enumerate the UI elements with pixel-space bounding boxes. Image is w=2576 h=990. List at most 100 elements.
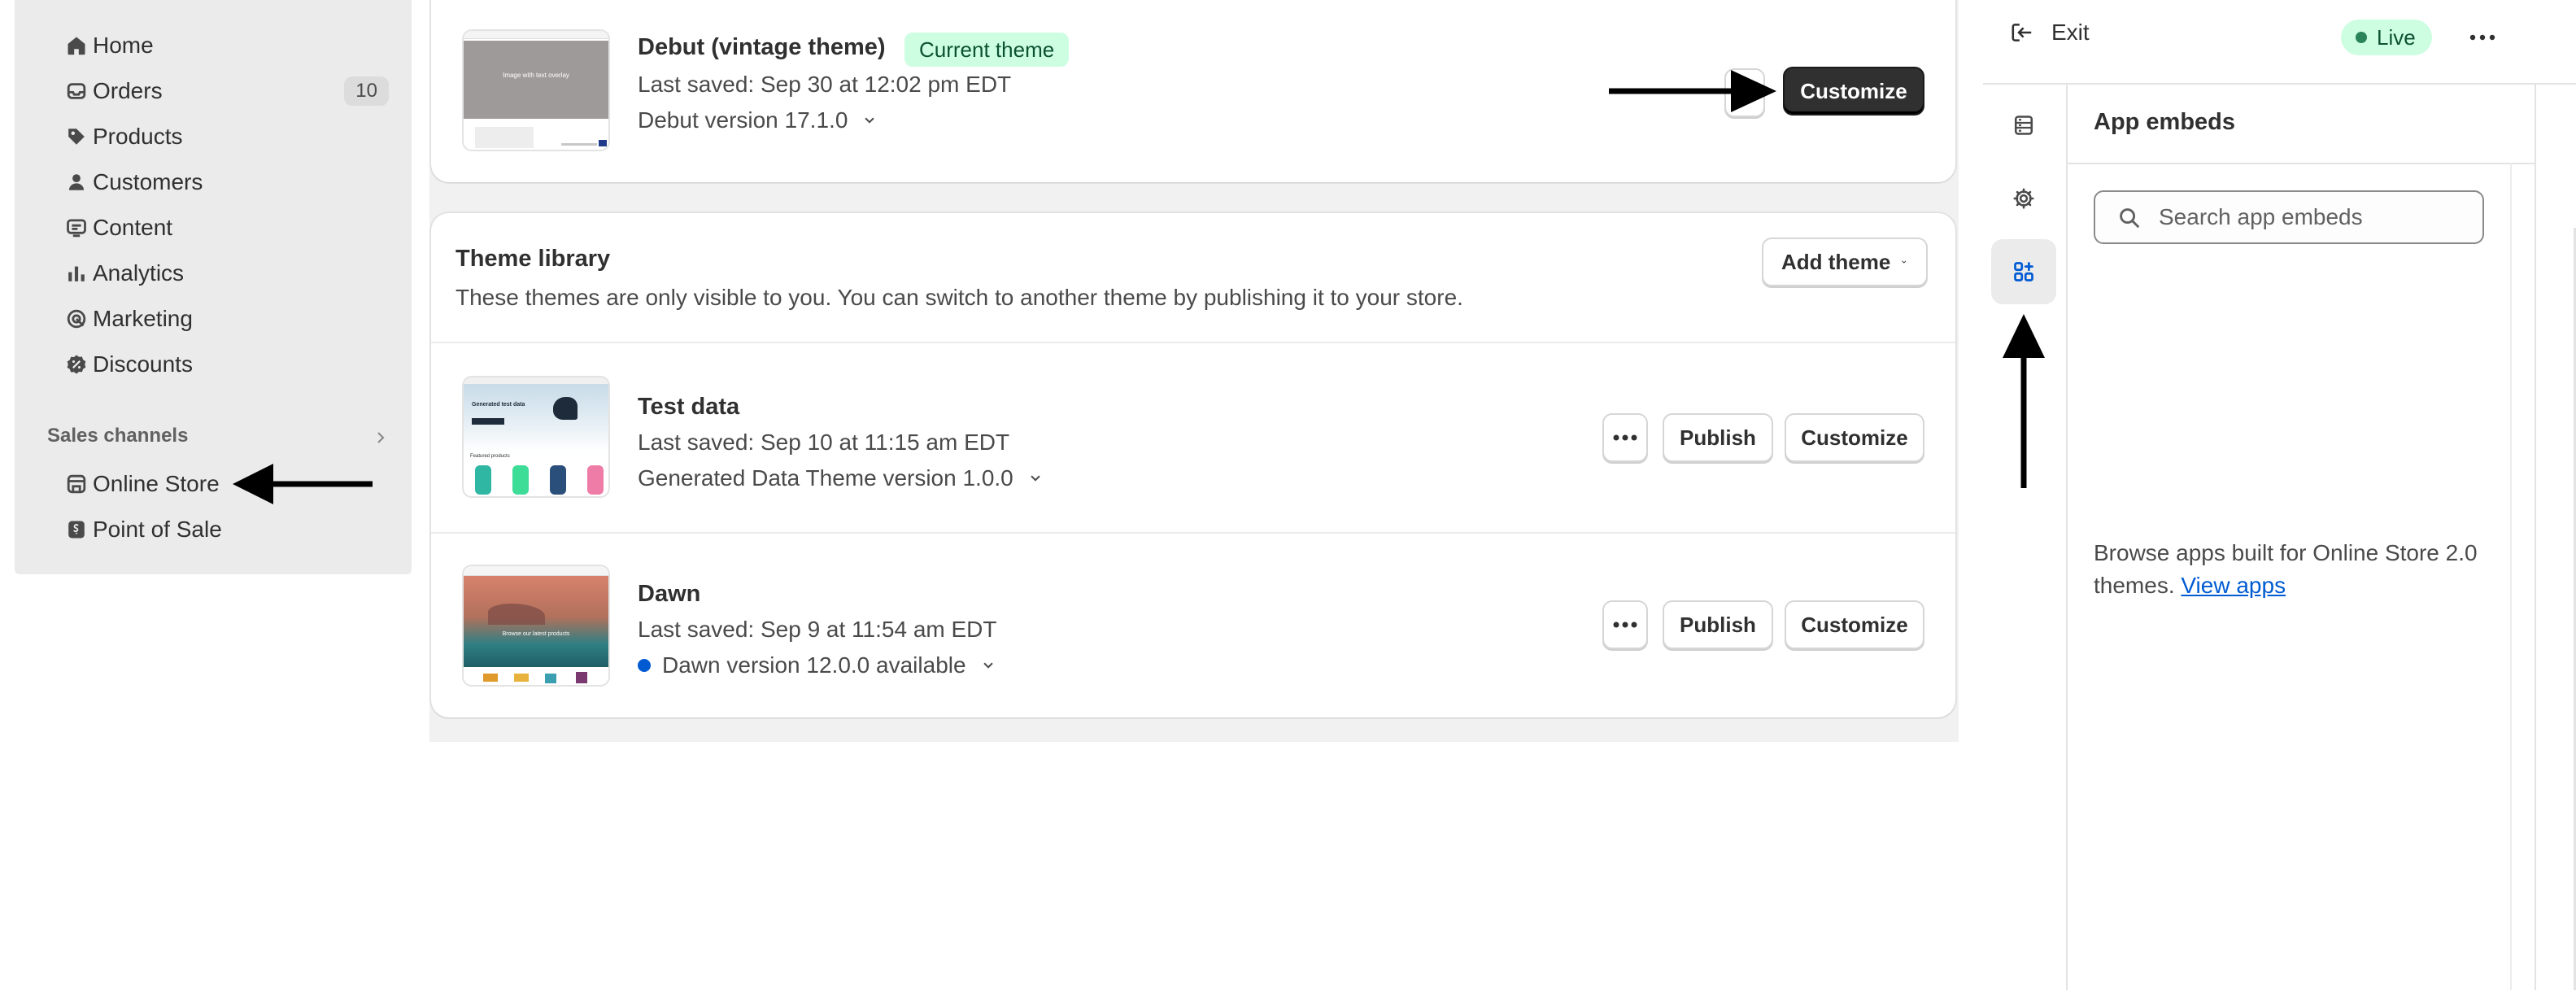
theme-last-saved: Last saved: Sep 9 at 11:54 am EDT (638, 617, 997, 642)
sections-rail-button[interactable] (1991, 93, 2056, 158)
debut-theme-thumbnail[interactable]: Image with text overlay (462, 29, 610, 151)
orders-count-badge: 10 (344, 76, 389, 106)
view-apps-link[interactable]: View apps (2181, 573, 2286, 598)
divider (431, 342, 1955, 343)
chevron-down-icon (1902, 260, 1907, 264)
theme-library-description: These themes are only visible to you. Yo… (455, 285, 1463, 310)
customize-button[interactable]: Customize (1785, 413, 1924, 462)
theme-version[interactable]: Generated Data Theme version 1.0.0 (638, 465, 1044, 491)
search-icon (2116, 205, 2142, 231)
live-status-dot (2356, 32, 2367, 43)
content-icon (63, 215, 89, 241)
publish-button[interactable]: Publish (1663, 413, 1773, 462)
sidebar-item-discounts[interactable]: Discounts (36, 342, 400, 387)
target-icon (63, 306, 89, 332)
search-app-embeds-field[interactable] (2094, 190, 2484, 244)
discount-icon (63, 351, 89, 377)
editor-topbar-divider (1983, 83, 2576, 85)
panel-header-divider (2068, 163, 2535, 164)
theme-library-title: Theme library (455, 246, 611, 272)
panel-title: App embeds (2094, 109, 2236, 135)
theme-actions-button[interactable] (1602, 413, 1648, 462)
theme-settings-rail-button[interactable] (1991, 166, 2056, 231)
orders-icon (63, 78, 89, 104)
arrow-pointing-left-annotation (233, 464, 373, 504)
current-theme-badge: Current theme (904, 33, 1070, 67)
version-label: Generated Data Theme version 1.0.0 (638, 465, 1013, 491)
test-data-theme-thumbnail[interactable]: Generated test data Featured products (462, 376, 610, 498)
theme-library-card: Theme library These themes are only visi… (431, 213, 1955, 717)
nav-list: Home Orders 10 Products Customers Conten… (36, 23, 400, 387)
exit-button[interactable]: Exit (2009, 20, 2090, 46)
sidebar-item-products[interactable]: Products (36, 114, 400, 159)
exit-label: Exit (2051, 20, 2090, 45)
store-icon (63, 471, 89, 497)
add-theme-label: Add theme (1781, 249, 1891, 274)
publish-button[interactable]: Publish (1663, 600, 1773, 649)
chevron-down-icon (983, 662, 993, 669)
sidebar-item-label: Products (93, 124, 183, 149)
sidebar-item-customers[interactable]: Customers (36, 159, 400, 205)
app-embeds-rail-button[interactable] (1991, 239, 2056, 304)
browse-apps-message: Browse apps built for Online Store 2.0 t… (2094, 537, 2500, 602)
sidebar-item-home[interactable]: Home (36, 23, 400, 68)
more-horizontal-icon (1613, 434, 1637, 441)
live-status-badge: Live (2341, 20, 2432, 55)
current-theme-name: Debut (vintage theme) (638, 34, 886, 60)
customize-button[interactable]: Customize (1785, 600, 1924, 649)
arrow-pointing-right-annotation (1609, 70, 1776, 112)
sidebar-item-marketing[interactable]: Marketing (36, 296, 400, 342)
current-theme-version[interactable]: Debut version 17.1.0 (638, 107, 878, 133)
analytics-icon (63, 260, 89, 286)
theme-name: Test data (638, 394, 740, 420)
app-embeds-icon (2014, 262, 2033, 281)
person-icon (63, 169, 89, 195)
theme-last-saved: Last saved: Sep 10 at 11:15 am EDT (638, 430, 1010, 455)
arrow-pointing-up-annotation (2003, 314, 2045, 488)
gear-icon (2013, 188, 2034, 209)
thumbnail-caption: Generated test data (472, 402, 525, 408)
sidebar-item-label: Discounts (93, 351, 193, 377)
sidebar-item-label: Marketing (93, 306, 193, 331)
sidebar-item-label: Customers (93, 169, 203, 194)
sidebar-item-content[interactable]: Content (36, 205, 400, 251)
chevron-down-icon (1031, 475, 1040, 482)
sidebar-item-analytics[interactable]: Analytics (36, 251, 400, 296)
thumbnail-caption: Browse our latest products (502, 631, 570, 637)
divider (431, 532, 1955, 534)
sidebar-item-label: Online Store (93, 471, 220, 496)
panel-inner-divider (2510, 163, 2512, 990)
theme-name: Dawn (638, 581, 701, 607)
sidebar-item-label: Content (93, 215, 173, 240)
thumbnail-subcaption: Featured products (470, 454, 510, 459)
theme-version[interactable]: Dawn version 12.0.0 available (638, 652, 997, 678)
theme-actions-button[interactable] (1602, 600, 1648, 649)
thumbnail-caption: Image with text overlay (503, 72, 569, 79)
sidebar-item-orders[interactable]: Orders 10 (36, 68, 400, 114)
current-theme-last-saved: Last saved: Sep 30 at 12:02 pm EDT (638, 72, 1012, 97)
sidebar-item-label: Home (93, 33, 154, 58)
current-theme-customize-button[interactable]: Customize (1783, 67, 1924, 116)
pos-icon (63, 517, 89, 543)
update-available-dot (638, 659, 651, 672)
more-horizontal-icon (1613, 621, 1637, 628)
add-theme-button[interactable]: Add theme (1762, 238, 1928, 286)
live-label: Live (2377, 24, 2416, 50)
sections-icon (2014, 116, 2033, 135)
version-label: Debut version 17.1.0 (638, 107, 848, 133)
sidebar-item-label: Analytics (93, 260, 185, 286)
sidebar-item-label: Point of Sale (93, 517, 222, 542)
chevron-right-icon[interactable] (371, 428, 390, 447)
sidebar-item-label: Orders (93, 78, 163, 103)
search-input[interactable] (2159, 192, 2468, 242)
editor-more-button[interactable] (2463, 21, 2502, 54)
sales-channels-heading[interactable]: Sales channels (47, 425, 188, 447)
sidebar-item-point-of-sale[interactable]: Point of Sale (36, 507, 400, 552)
version-label: Dawn version 12.0.0 available (662, 652, 966, 678)
dawn-theme-thumbnail[interactable]: Browse our latest products (462, 565, 610, 687)
home-icon (63, 33, 89, 59)
editor-rail-divider (2066, 85, 2068, 990)
panel-right-divider (2535, 85, 2536, 990)
tag-icon (63, 124, 89, 150)
exit-icon (2012, 24, 2032, 41)
